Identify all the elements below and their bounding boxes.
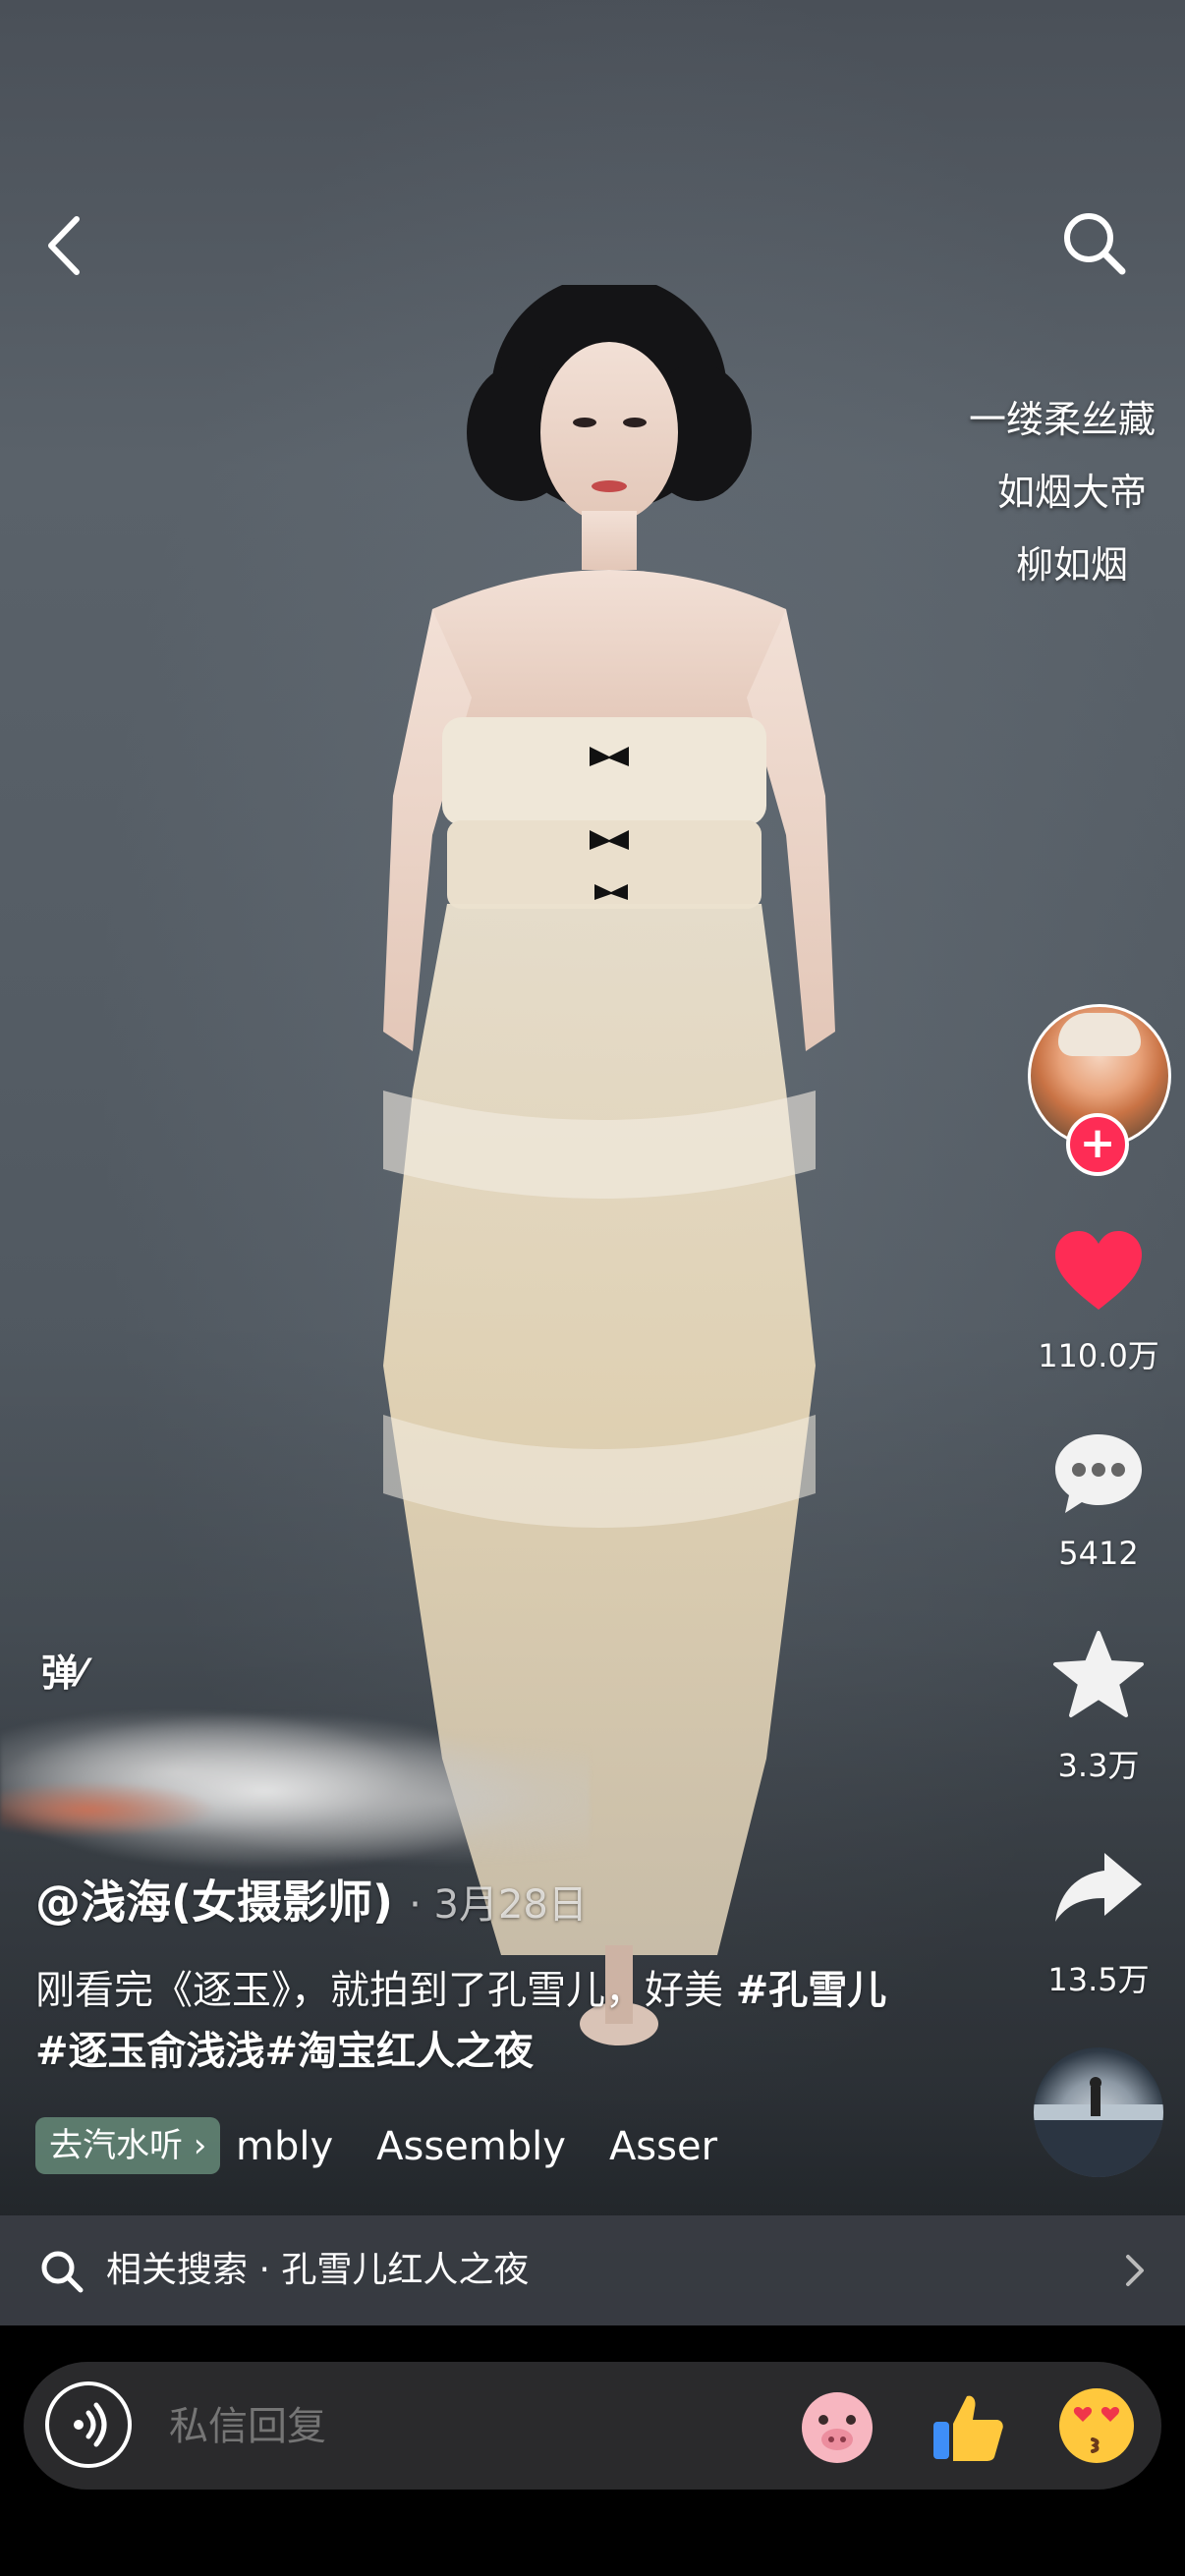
share-count: 13.5万 (1047, 1961, 1150, 1998)
heart-eyes-kiss-icon[interactable] (1055, 2384, 1138, 2467)
reply-box[interactable] (24, 2362, 1161, 2492)
post-date: · 3月28日 (409, 1882, 588, 1928)
search-icon[interactable] (1059, 208, 1130, 279)
lyrics-overlay: 一缕柔丝藏 如烟大帝 柳如烟 (959, 383, 1185, 601)
chevron-right-icon: › (183, 2126, 207, 2165)
hashtag-link[interactable]: #孔雪儿 (736, 1968, 887, 2013)
related-search-label: 相关搜索 · 孔雪儿红人之夜 (106, 2250, 530, 2290)
listen-in-qishui-chip[interactable]: 去汽水听 › (35, 2117, 221, 2174)
music-title-fragment: Asser (608, 2124, 718, 2169)
pig-face-icon[interactable] (796, 2384, 878, 2467)
comment-count: 5412 (1058, 1535, 1139, 1572)
hashtag-link[interactable]: #逐玉俞浅浅 (35, 2029, 265, 2074)
voice-button[interactable] (45, 2381, 132, 2468)
music-disc-art (1034, 2077, 1163, 2177)
blurred-overlay (0, 1698, 590, 1884)
heart-icon[interactable] (1049, 1223, 1148, 1321)
share-icon[interactable] (1049, 1839, 1148, 1937)
bottom-bar (0, 2325, 1185, 2576)
lyric-line-1: 一缕柔丝藏 (969, 398, 1157, 441)
music-disc[interactable] (1034, 2047, 1163, 2177)
hashtag-link[interactable]: #淘宝红人之夜 (265, 2029, 535, 2074)
voice-wave-icon (74, 2402, 107, 2447)
music-title-marquee: mbly Assembly Asser (236, 2117, 723, 2176)
chevron-right-icon (1126, 2255, 1144, 2286)
lyric-line-2: 如烟大帝 (996, 471, 1147, 514)
star-icon[interactable] (1049, 1627, 1148, 1725)
post-caption: 刚看完《逐玉》，就拍到了孔雪儿，好美 #孔雪儿 #逐玉俞浅浅#淘宝红人之夜 (35, 1960, 920, 2082)
avatar-hat (1058, 1013, 1141, 1056)
reply-input[interactable] (167, 2362, 677, 2492)
chevron-left-icon[interactable] (37, 211, 96, 280)
related-search-bar[interactable]: 相关搜索 · 孔雪儿红人之夜 (0, 2215, 1185, 2325)
music-title-fragment: Assembly (376, 2124, 566, 2169)
music-chip-label: 去汽水听 (49, 2126, 183, 2165)
danmu-label: 弹 (41, 1652, 80, 1695)
thumbs-up-icon[interactable] (926, 2384, 1008, 2467)
like-count: 110.0万 (1038, 1337, 1159, 1374)
music-row[interactable]: 去汽水听 › mbly Assembly Asser (35, 2117, 723, 2176)
follow-button[interactable]: + (1066, 1113, 1129, 1176)
lyric-line-3: 柳如烟 (1015, 543, 1128, 587)
comment-icon[interactable] (1049, 1425, 1148, 1523)
favorite-count: 3.3万 (1057, 1747, 1140, 1784)
danmu-slash-icon: ⁄ (79, 1652, 85, 1695)
danmu-toggle-button[interactable]: 弹⁄ (41, 1643, 120, 1706)
music-title-fragment: mbly (236, 2124, 334, 2169)
search-icon (41, 2251, 84, 2293)
caption-text: 刚看完《逐玉》，就拍到了孔雪儿，好美 (35, 1968, 736, 2013)
author-line: @浅海(女摄影师) · 3月28日 (35, 1867, 588, 1932)
author-name[interactable]: @浅海(女摄影师) (35, 1876, 393, 1929)
